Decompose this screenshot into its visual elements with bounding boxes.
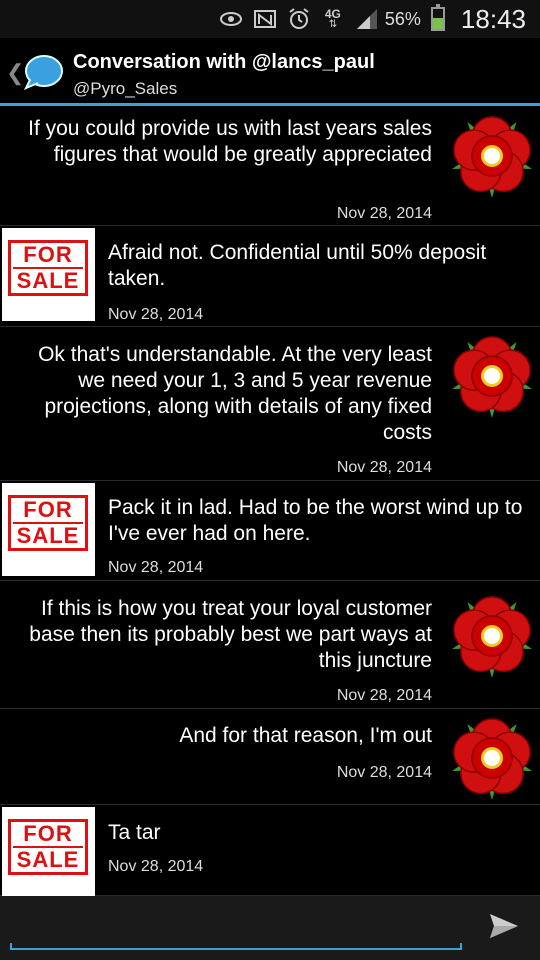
sign-line-2: SALE <box>16 847 80 872</box>
message-text: Ta tar <box>108 821 161 844</box>
app-bubble-icon[interactable] <box>22 52 64 92</box>
conversation-subtitle: @Pyro_Sales <box>73 79 178 98</box>
rose-avatar-icon[interactable] <box>446 590 538 682</box>
sign-line-1: FOR <box>23 821 73 846</box>
for-sale-sign: FOR SALE <box>8 495 88 551</box>
rose-avatar-icon[interactable] <box>446 712 538 804</box>
conversation-title: Conversation with @lancs_paul <box>73 51 375 73</box>
eye-icon <box>219 7 243 31</box>
signal-icon <box>355 7 379 31</box>
sign-line-1: FOR <box>23 497 73 522</box>
message-row[interactable]: Afraid not. Confidential until 50% depos… <box>0 227 540 327</box>
send-icon[interactable] <box>488 910 520 942</box>
message-date: Nov 28, 2014 <box>336 764 432 781</box>
for-sale-avatar[interactable]: FOR SALE <box>2 228 95 321</box>
message-date: Nov 28, 2014 <box>336 205 432 222</box>
nfc-icon <box>253 7 277 31</box>
message-date: Nov 28, 2014 <box>108 858 204 875</box>
message-text: Ok that's understandable. At the very le… <box>38 343 432 444</box>
message-date: Nov 28, 2014 <box>108 559 204 576</box>
clock: 18:43 <box>460 3 526 34</box>
message-text: Afraid not. Confidential until 50% depos… <box>108 241 487 290</box>
status-bar: 4G ⇅ 56% 18:43 <box>0 0 540 38</box>
message-date: Nov 28, 2014 <box>336 459 432 476</box>
sign-line-2: SALE <box>16 523 80 548</box>
message-row[interactable]: Pack it in lad. Had to be the worst wind… <box>0 482 540 581</box>
message-row[interactable]: If you could provide us with last years … <box>0 108 540 226</box>
rose-avatar-icon[interactable] <box>446 110 538 202</box>
message-text: If this is how you treat your loyal cust… <box>29 597 432 672</box>
compose-bar <box>0 896 540 960</box>
4g-icon: 4G ⇅ <box>324 7 341 30</box>
message-row[interactable]: If this is how you treat your loyal cust… <box>0 582 540 709</box>
message-input[interactable] <box>10 904 466 950</box>
message-text: Pack it in lad. Had to be the worst wind… <box>108 496 523 545</box>
battery-icon <box>430 4 445 31</box>
for-sale-sign: FOR SALE <box>8 240 88 296</box>
message-date: Nov 28, 2014 <box>108 306 204 323</box>
message-text: If you could provide us with last years … <box>28 117 432 166</box>
sign-line-2: SALE <box>16 268 80 293</box>
message-row[interactable]: Ok that's understandable. At the very le… <box>0 328 540 481</box>
sign-line-1: FOR <box>23 242 73 267</box>
input-underline <box>10 943 462 950</box>
alarm-icon <box>287 7 311 31</box>
message-text: And for that reason, I'm out <box>179 724 432 747</box>
message-date: Nov 28, 2014 <box>336 687 432 704</box>
for-sale-avatar[interactable]: FOR SALE <box>2 483 95 576</box>
message-row[interactable]: Ta tar Nov 28, 2014 FOR SALE <box>0 806 540 900</box>
rose-avatar-icon[interactable] <box>446 330 538 422</box>
action-bar: ❮ Conversation with @lancs_paul @Pyro_Sa… <box>0 38 540 106</box>
message-row[interactable]: And for that reason, I'm out Nov 28, 2014 <box>0 710 540 805</box>
for-sale-sign: FOR SALE <box>8 819 88 875</box>
battery-fill <box>432 17 443 29</box>
battery-percent: 56% <box>384 8 421 29</box>
for-sale-avatar[interactable]: FOR SALE <box>2 807 95 900</box>
